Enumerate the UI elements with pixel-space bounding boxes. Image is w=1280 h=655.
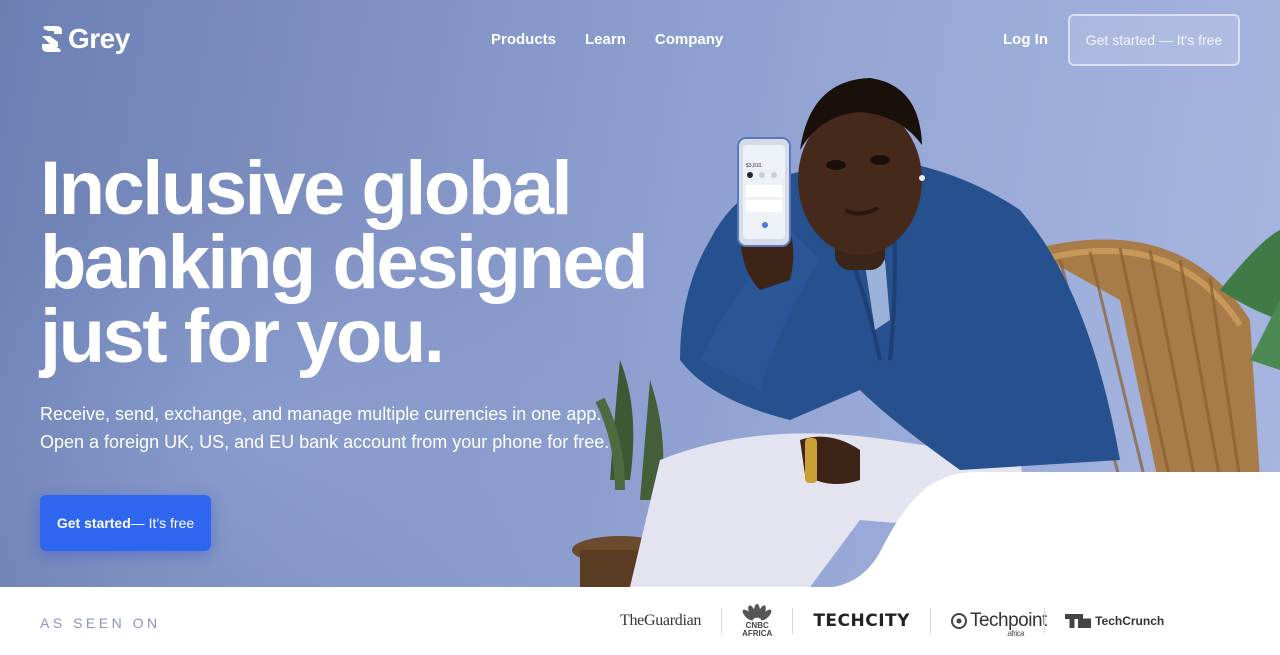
as-seen-on-bar: AS SEEN ON TheGuardian CNBC AFRICA TECHC… xyxy=(0,587,1280,655)
techcrunch-logo-text: TechCrunch xyxy=(1095,614,1165,628)
techcrunch-icon xyxy=(1065,614,1092,628)
brand-logo[interactable]: Grey xyxy=(40,24,130,54)
nav-company[interactable]: Company xyxy=(655,31,723,49)
as-seen-on-label: AS SEEN ON xyxy=(40,615,161,631)
guardian-logo-text: TheGuardian xyxy=(620,612,702,629)
hero-subtext-line-2: Open a foreign UK, US, and EU bank accou… xyxy=(40,432,610,452)
hero-headline: Inclusive global banking designed just f… xyxy=(40,146,649,379)
nav-get-started-button[interactable]: Get started — It's free xyxy=(1068,14,1240,66)
techpoint-icon xyxy=(950,613,967,629)
hero-get-started-button[interactable]: Get started — It's free xyxy=(40,495,211,551)
hero-subtext-line-1: Receive, send, exchange, and manage mult… xyxy=(40,404,602,424)
cta-strong-label: Get started xyxy=(56,515,131,531)
press-logos: TheGuardian CNBC AFRICA TECHCITY Techpoi… xyxy=(600,601,1184,641)
techpoint-suffix: .africa xyxy=(1005,629,1025,638)
cta-light-label: — It's free xyxy=(130,515,195,531)
top-nav: Grey Products Learn Company Log In Get s… xyxy=(0,0,1280,80)
nav-learn[interactable]: Learn xyxy=(585,31,626,49)
press-techcrunch[interactable]: TechCrunch xyxy=(1045,614,1184,628)
techcity-logo-text: TECHCITY xyxy=(813,611,910,631)
hero-subtext: Receive, send, exchange, and manage mult… xyxy=(40,400,640,456)
cnbc-peacock-icon xyxy=(742,604,772,621)
nav-links: Products Learn Company xyxy=(491,31,723,49)
cnbc-line-2: AFRICA xyxy=(742,629,773,638)
grey-logo-icon xyxy=(42,26,62,52)
press-guardian[interactable]: TheGuardian xyxy=(600,612,721,630)
nav-products[interactable]: Products xyxy=(491,31,556,49)
press-techcity[interactable]: TECHCITY xyxy=(793,611,930,631)
press-techpoint[interactable]: Techpoint .africa xyxy=(931,610,1047,638)
login-link[interactable]: Log In xyxy=(1003,31,1048,49)
hero-section: $3,810. Grey Products Learn Company Log … xyxy=(0,0,1280,587)
press-cnbc-africa[interactable]: CNBC AFRICA xyxy=(722,604,792,638)
phone-balance: $3,810. xyxy=(746,163,763,169)
brand-name: Grey xyxy=(68,23,130,54)
hero-bottom-curve xyxy=(832,472,1280,587)
